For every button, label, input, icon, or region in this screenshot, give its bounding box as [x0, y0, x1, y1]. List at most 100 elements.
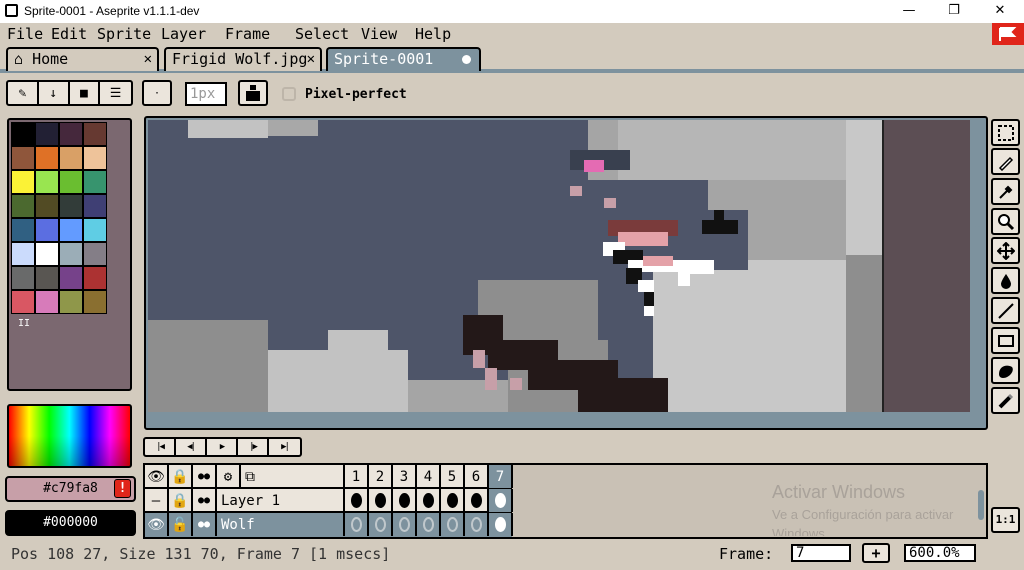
palette-swatch[interactable]: [59, 266, 83, 290]
news-flag-button[interactable]: [992, 23, 1024, 45]
palette-swatch[interactable]: [59, 242, 83, 266]
palette-swatch[interactable]: [11, 266, 35, 290]
horizontal-scrollbar[interactable]: [578, 414, 858, 423]
close-window-button[interactable]: ✕: [977, 0, 1023, 23]
visibility-eye-icon[interactable]: 👁: [145, 513, 169, 536]
layer-name[interactable]: Wolf: [217, 513, 345, 536]
color-spectrum[interactable]: [7, 404, 132, 468]
palette-swatch[interactable]: [35, 170, 59, 194]
frame-header-6[interactable]: 6: [465, 465, 489, 488]
cel[interactable]: [393, 513, 417, 536]
sprite-canvas[interactable]: [148, 120, 970, 412]
palette-swatch[interactable]: [35, 218, 59, 242]
frame-header-7[interactable]: 7: [489, 465, 513, 488]
palette-swatch[interactable]: [11, 122, 35, 146]
background-color-button[interactable]: #000000: [5, 510, 136, 536]
palette-swatch[interactable]: [83, 170, 107, 194]
edit-palette-button[interactable]: ✎: [8, 82, 39, 104]
cel[interactable]: [417, 489, 441, 512]
menu-view[interactable]: View: [361, 25, 397, 43]
palette-swatch[interactable]: [59, 194, 83, 218]
continuous-header-icon[interactable]: ●●: [193, 465, 217, 488]
tab-sprite-0001[interactable]: Sprite-0001: [326, 47, 481, 71]
continuous-icon[interactable]: ●●: [193, 513, 217, 536]
layer-row-wolf[interactable]: 👁 🔓 ●● Wolf: [145, 513, 513, 537]
palette-swatch[interactable]: [59, 218, 83, 242]
blur-tool[interactable]: [991, 387, 1020, 414]
palette-swatch[interactable]: [59, 146, 83, 170]
palette-swatch[interactable]: [35, 194, 59, 218]
onion-skin-icon[interactable]: ⧉: [241, 465, 345, 488]
cel[interactable]: [489, 513, 513, 536]
palette-swatch[interactable]: [59, 170, 83, 194]
marquee-tool[interactable]: [991, 119, 1020, 146]
palette-swatch[interactable]: [83, 146, 107, 170]
palette-swatch[interactable]: [35, 242, 59, 266]
eyedropper-tool[interactable]: [991, 178, 1020, 205]
cel[interactable]: [369, 489, 393, 512]
frame-header-2[interactable]: 2: [369, 465, 393, 488]
palette-resize-handle[interactable]: II: [18, 318, 30, 329]
brush-size-input[interactable]: 1px: [185, 82, 227, 106]
palette-swatch[interactable]: [35, 146, 59, 170]
cel[interactable]: [441, 513, 465, 536]
zoom-input[interactable]: 600.0%: [904, 544, 976, 562]
zoom-tool[interactable]: [991, 208, 1020, 235]
visibility-closed-icon[interactable]: –: [145, 489, 169, 512]
frame-input[interactable]: 7: [791, 544, 851, 562]
tab-home[interactable]: ⌂ Home ✕: [6, 47, 159, 71]
palette-swatch[interactable]: [83, 290, 107, 314]
cel[interactable]: [393, 489, 417, 512]
visibility-header-icon[interactable]: 👁: [145, 465, 169, 488]
palette-swatch[interactable]: [11, 170, 35, 194]
cel[interactable]: [417, 513, 441, 536]
palette-swatch[interactable]: [11, 218, 35, 242]
menu-sprite[interactable]: Sprite: [97, 25, 151, 43]
cel[interactable]: [345, 513, 369, 536]
palette-sort-button[interactable]: ↓: [39, 82, 70, 104]
palette-swatch[interactable]: [59, 290, 83, 314]
palette-swatch[interactable]: [59, 122, 83, 146]
rectangle-tool[interactable]: [991, 327, 1020, 354]
move-tool[interactable]: [991, 237, 1020, 264]
gear-icon[interactable]: ⚙: [217, 465, 241, 488]
layer-row-layer1[interactable]: – 🔒 ●● Layer 1: [145, 489, 513, 513]
cel[interactable]: [489, 489, 513, 512]
palette-swatch[interactable]: [35, 290, 59, 314]
palette-swatch[interactable]: [83, 194, 107, 218]
first-frame-button[interactable]: |◀: [145, 439, 176, 455]
next-frame-button[interactable]: |▶: [238, 439, 269, 455]
add-frame-button[interactable]: +: [862, 543, 890, 563]
contour-tool[interactable]: [991, 357, 1020, 384]
maximize-button[interactable]: ❐: [931, 0, 977, 23]
cel[interactable]: [369, 513, 393, 536]
palette-swatch[interactable]: [83, 266, 107, 290]
cel[interactable]: [465, 513, 489, 536]
layer-name[interactable]: Layer 1: [217, 489, 345, 512]
vertical-scrollbar[interactable]: [973, 226, 981, 296]
palette-swatch[interactable]: [35, 122, 59, 146]
lock-icon[interactable]: 🔓: [169, 513, 193, 536]
palette-presets-button[interactable]: ■: [70, 82, 101, 104]
palette-swatch[interactable]: [35, 266, 59, 290]
actual-size-button[interactable]: 1:1: [991, 507, 1020, 533]
cel[interactable]: [465, 489, 489, 512]
play-button[interactable]: ▶: [207, 439, 238, 455]
pencil-tool[interactable]: [991, 148, 1020, 175]
tab-frigid-wolf-close-icon[interactable]: ✕: [307, 51, 315, 67]
continuous-icon[interactable]: ●●: [193, 489, 217, 512]
palette-swatch[interactable]: [83, 242, 107, 266]
palette-swatch[interactable]: [11, 146, 35, 170]
palette-swatch[interactable]: [11, 242, 35, 266]
palette-swatch[interactable]: [83, 122, 107, 146]
tab-frigid-wolf[interactable]: Frigid Wolf.jpg ✕: [164, 47, 322, 71]
cel[interactable]: [441, 489, 465, 512]
menu-frame[interactable]: Frame: [225, 25, 270, 43]
menu-file[interactable]: File: [7, 25, 43, 43]
timeline-scrollbar[interactable]: [978, 490, 984, 520]
brush-type-button[interactable]: ·: [142, 80, 172, 106]
previous-frame-button[interactable]: ◀|: [176, 439, 207, 455]
menu-select[interactable]: Select: [295, 25, 349, 43]
palette-swatch[interactable]: [83, 218, 107, 242]
frame-header-3[interactable]: 3: [393, 465, 417, 488]
